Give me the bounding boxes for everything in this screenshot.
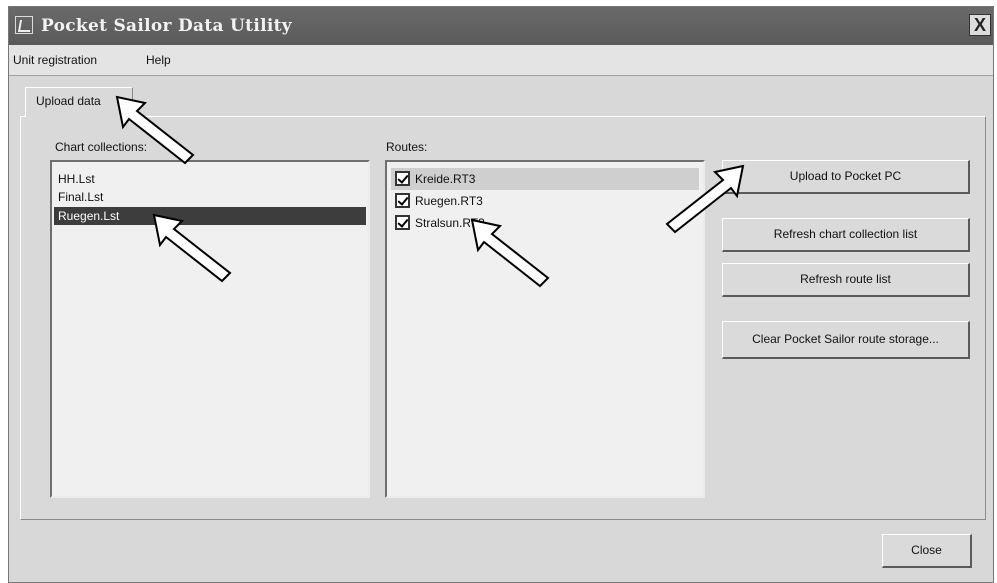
chart-collections-list[interactable]: HH.Lst Final.Lst Ruegen.Lst xyxy=(50,160,370,498)
refresh-chart-collection-button[interactable]: Refresh chart collection list xyxy=(722,218,970,252)
route-label: Ruegen.RT3 xyxy=(415,194,483,208)
title-bar[interactable]: Pocket Sailor Data Utility X xyxy=(9,7,993,45)
list-item[interactable]: Final.Lst xyxy=(54,188,366,206)
checkbox[interactable] xyxy=(395,171,410,186)
window-title: Pocket Sailor Data Utility xyxy=(41,16,292,36)
routes-list[interactable]: Kreide.RT3 Ruegen.RT3 Stralsun.RT3 xyxy=(385,160,705,498)
checkbox[interactable] xyxy=(395,193,410,208)
refresh-route-list-button[interactable]: Refresh route list xyxy=(722,263,970,297)
clear-route-storage-button[interactable]: Clear Pocket Sailor route storage... xyxy=(722,321,970,359)
route-label: Stralsun.RT3 xyxy=(415,216,485,230)
routes-label: Routes: xyxy=(386,140,428,154)
tab-label: Upload data xyxy=(36,94,101,108)
route-item[interactable]: Ruegen.RT3 xyxy=(391,190,699,212)
list-item-selected[interactable]: Ruegen.Lst xyxy=(54,207,366,225)
close-button[interactable]: Close xyxy=(882,534,972,568)
list-item[interactable]: HH.Lst xyxy=(54,170,366,188)
app-icon xyxy=(15,16,33,34)
upload-to-pocket-pc-button[interactable]: Upload to Pocket PC xyxy=(722,160,970,194)
route-label: Kreide.RT3 xyxy=(415,172,476,186)
close-window-button[interactable]: X xyxy=(969,14,991,36)
menu-bar: Unit registration Help xyxy=(9,45,993,76)
menu-help[interactable]: Help xyxy=(146,53,171,67)
route-item[interactable]: Stralsun.RT3 xyxy=(391,212,699,234)
menu-unit-registration[interactable]: Unit registration xyxy=(13,53,97,67)
chart-collections-label: Chart collections: xyxy=(55,140,148,154)
checkbox[interactable] xyxy=(395,215,410,230)
tab-upload-data[interactable]: Upload data xyxy=(25,87,133,117)
route-item[interactable]: Kreide.RT3 xyxy=(391,168,699,190)
